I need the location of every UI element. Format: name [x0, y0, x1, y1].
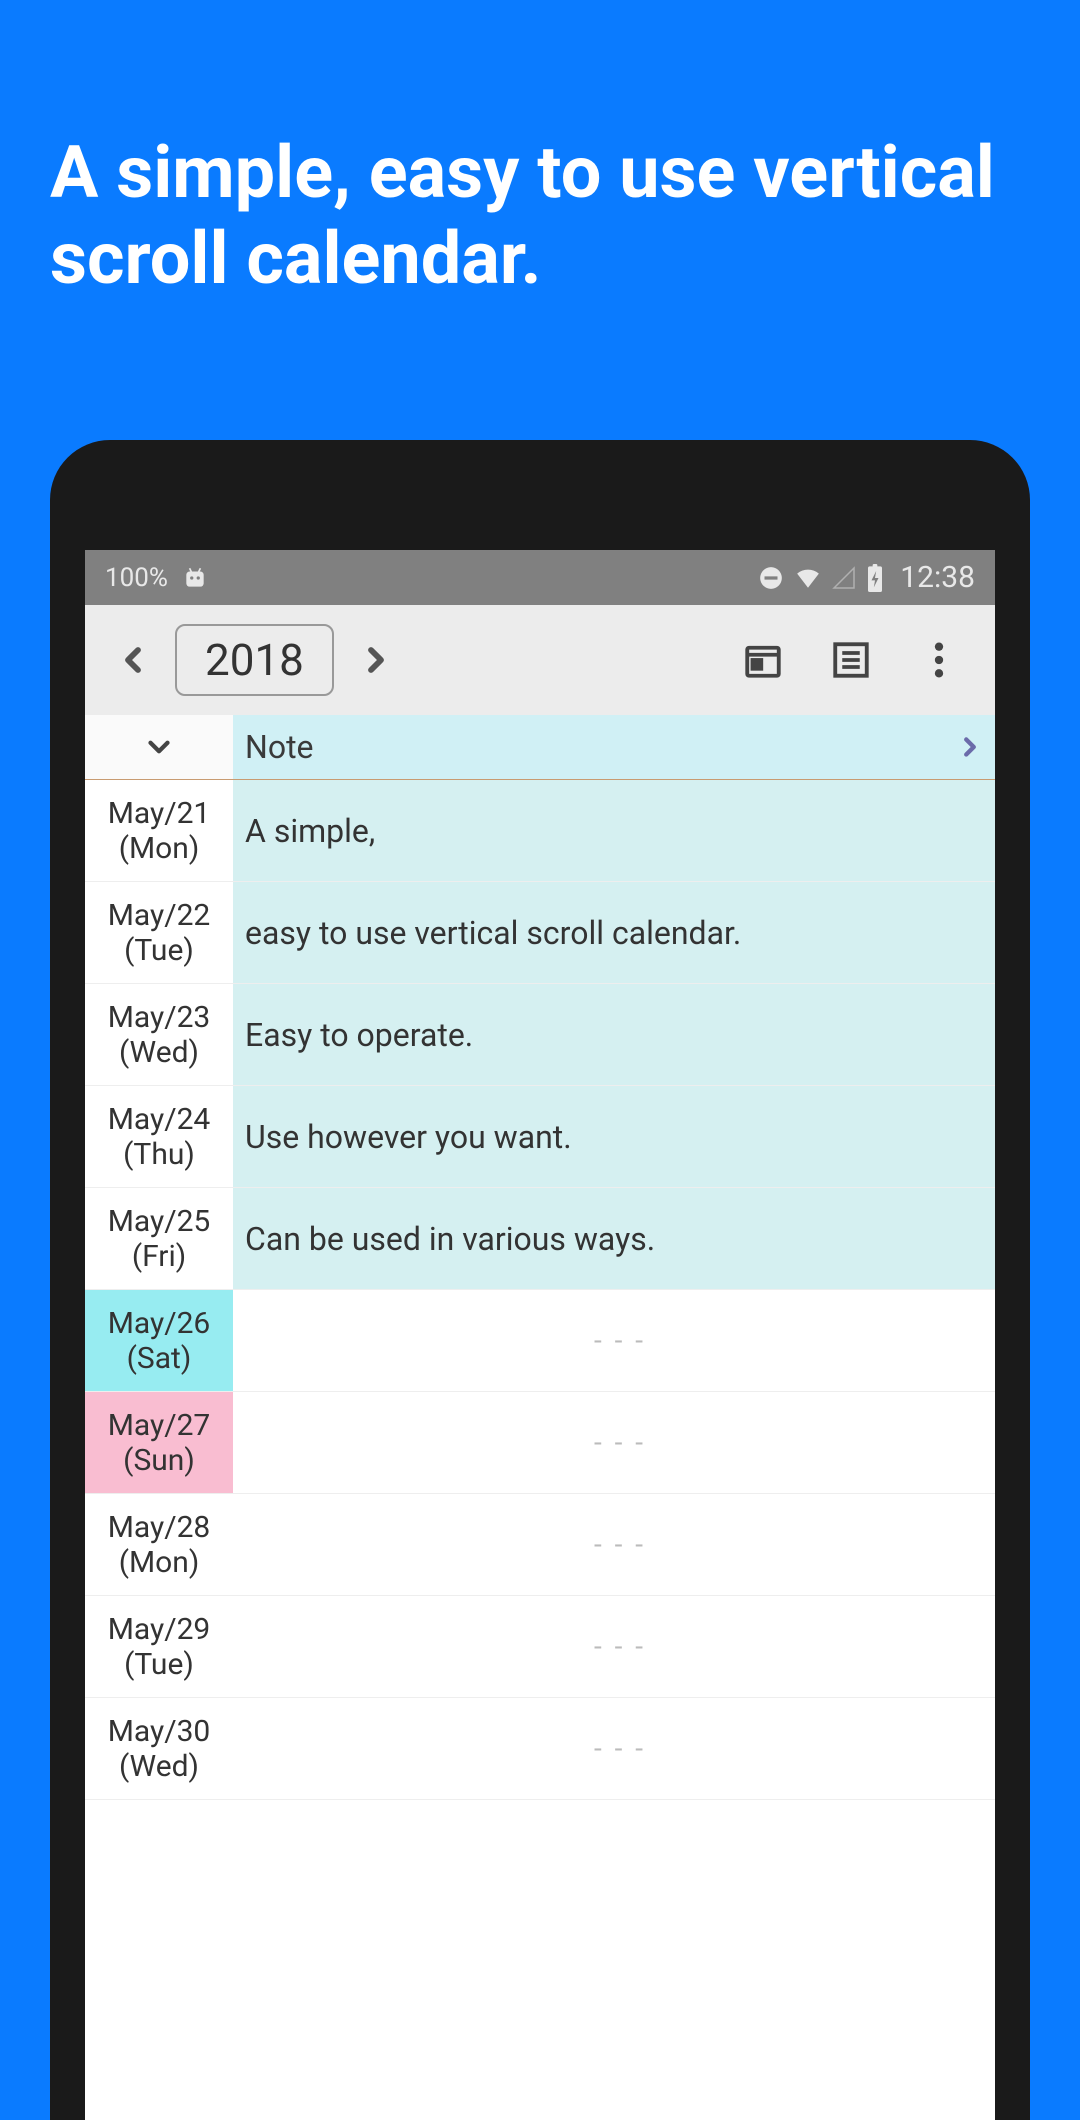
note-column-label: Note: [233, 715, 945, 779]
date-cell[interactable]: May/29(Tue): [85, 1596, 233, 1697]
status-left: 100%: [105, 563, 758, 593]
calendar-row[interactable]: May/22(Tue)easy to use vertical scroll c…: [85, 882, 995, 984]
status-bar: 100% 12:38: [85, 550, 995, 605]
status-time: 12:38: [900, 560, 975, 595]
note-header: Note: [85, 715, 995, 780]
next-year-button[interactable]: [346, 630, 406, 690]
date-text: May/22: [108, 898, 211, 933]
note-cell[interactable]: - - -: [233, 1392, 995, 1493]
date-text: May/25: [108, 1204, 211, 1239]
collapse-button[interactable]: [85, 715, 233, 779]
status-right: 12:38: [758, 560, 975, 595]
date-cell[interactable]: May/22(Tue): [85, 882, 233, 983]
expand-note-button[interactable]: [945, 715, 995, 779]
signal-icon: [832, 566, 856, 590]
date-text: May/21: [108, 796, 211, 831]
date-text: May/23: [108, 1000, 211, 1035]
calendar-row[interactable]: May/24(Thu)Use however you want.: [85, 1086, 995, 1188]
note-cell[interactable]: A simple,: [233, 780, 995, 881]
day-text: (Tue): [124, 933, 194, 968]
today-button[interactable]: [733, 630, 793, 690]
note-cell[interactable]: - - -: [233, 1290, 995, 1391]
promo-headline: A simple, easy to use vertical scroll ca…: [0, 0, 1080, 303]
note-cell[interactable]: easy to use vertical scroll calendar.: [233, 882, 995, 983]
date-text: May/24: [108, 1102, 211, 1137]
dnd-icon: [758, 565, 784, 591]
phone-frame: 100% 12:38: [50, 440, 1030, 2120]
calendar-row[interactable]: May/30(Wed)- - -: [85, 1698, 995, 1800]
date-cell[interactable]: May/24(Thu): [85, 1086, 233, 1187]
calendar-row[interactable]: May/25(Fri)Can be used in various ways.: [85, 1188, 995, 1290]
prev-year-button[interactable]: [103, 630, 163, 690]
note-cell[interactable]: Easy to operate.: [233, 984, 995, 1085]
day-text: (Sun): [123, 1443, 195, 1478]
wifi-icon: [794, 565, 822, 591]
note-cell[interactable]: - - -: [233, 1698, 995, 1799]
overflow-menu-button[interactable]: [909, 630, 969, 690]
note-cell[interactable]: - - -: [233, 1596, 995, 1697]
calendar-row[interactable]: May/21(Mon)A simple,: [85, 780, 995, 882]
battery-charging-icon: [866, 564, 884, 592]
date-cell[interactable]: May/27(Sun): [85, 1392, 233, 1493]
note-cell[interactable]: Can be used in various ways.: [233, 1188, 995, 1289]
battery-percent-text: 100%: [105, 563, 168, 593]
note-cell[interactable]: Use however you want.: [233, 1086, 995, 1187]
note-cell[interactable]: - - -: [233, 1494, 995, 1595]
date-text: May/26: [108, 1306, 211, 1341]
day-text: (Wed): [119, 1035, 199, 1070]
date-text: May/29: [108, 1612, 211, 1647]
year-selector[interactable]: 2018: [175, 624, 334, 696]
calendar-row[interactable]: May/29(Tue)- - -: [85, 1596, 995, 1698]
day-text: (Wed): [119, 1749, 199, 1784]
day-text: (Tue): [124, 1647, 194, 1682]
date-text: May/30: [108, 1714, 211, 1749]
phone-screen: 100% 12:38: [85, 550, 995, 2120]
date-cell[interactable]: May/21(Mon): [85, 780, 233, 881]
date-cell[interactable]: May/28(Mon): [85, 1494, 233, 1595]
android-icon: [182, 565, 208, 591]
date-cell[interactable]: May/25(Fri): [85, 1188, 233, 1289]
day-text: (Mon): [119, 1545, 200, 1580]
date-cell[interactable]: May/23(Wed): [85, 984, 233, 1085]
calendar-row[interactable]: May/27(Sun)- - -: [85, 1392, 995, 1494]
calendar-row[interactable]: May/28(Mon)- - -: [85, 1494, 995, 1596]
day-text: (Sat): [127, 1341, 192, 1376]
date-text: May/28: [108, 1510, 211, 1545]
calendar-row[interactable]: May/23(Wed)Easy to operate.: [85, 984, 995, 1086]
calendar-row[interactable]: May/26(Sat)- - -: [85, 1290, 995, 1392]
day-text: (Mon): [119, 831, 200, 866]
list-view-button[interactable]: [821, 630, 881, 690]
calendar-list[interactable]: May/21(Mon)A simple,May/22(Tue)easy to u…: [85, 780, 995, 2120]
day-text: (Thu): [123, 1137, 195, 1172]
date-cell[interactable]: May/30(Wed): [85, 1698, 233, 1799]
day-text: (Fri): [132, 1239, 186, 1274]
date-cell[interactable]: May/26(Sat): [85, 1290, 233, 1391]
app-toolbar: 2018: [85, 605, 995, 715]
date-text: May/27: [108, 1408, 211, 1443]
